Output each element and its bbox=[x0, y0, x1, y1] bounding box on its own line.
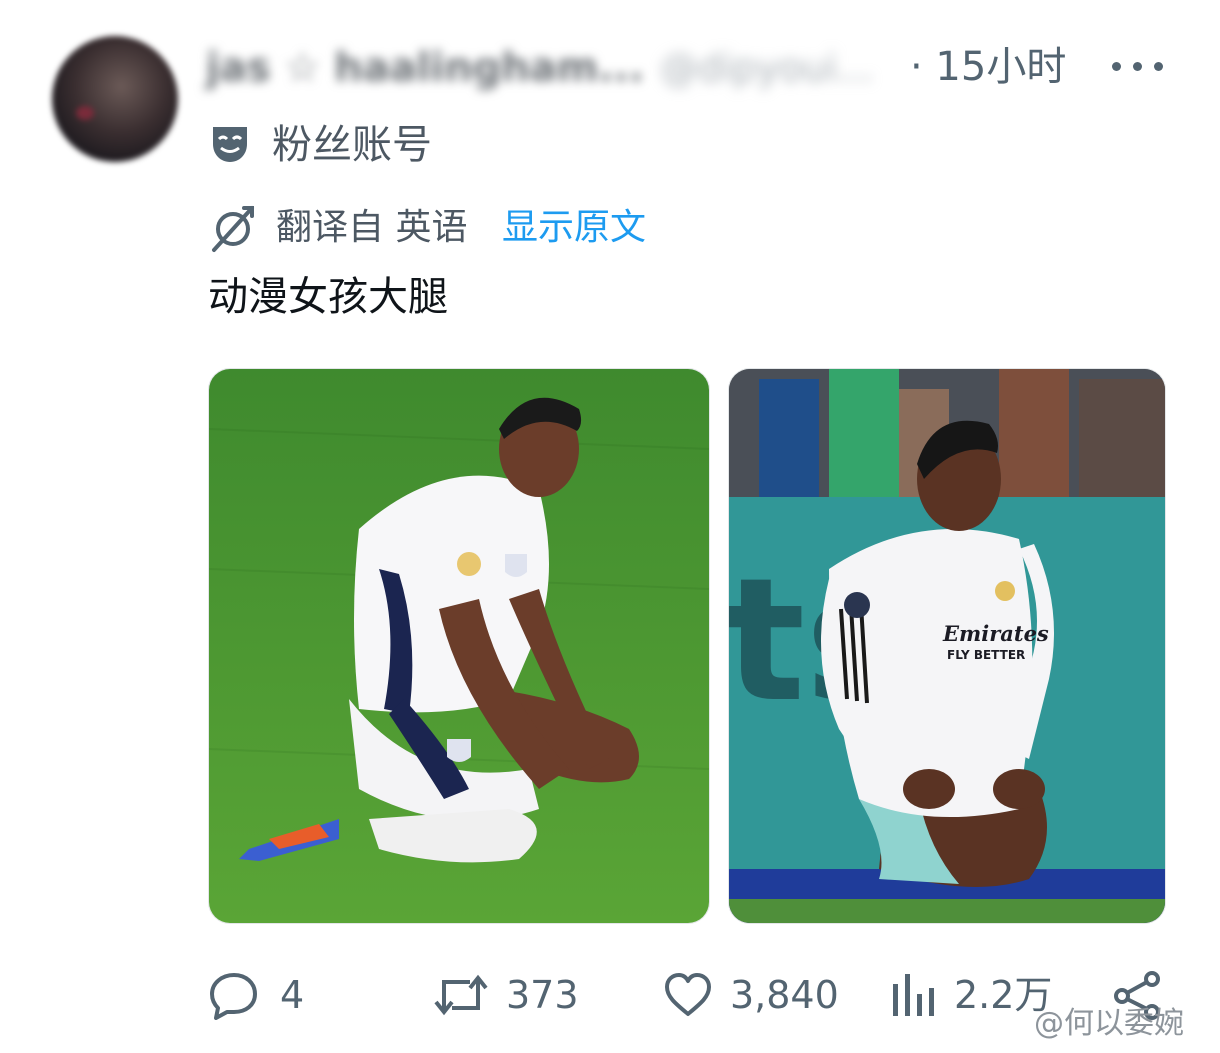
reply-count: 4 bbox=[280, 973, 305, 1017]
post-text: 动漫女孩大腿 bbox=[208, 274, 448, 320]
repost-icon bbox=[434, 974, 488, 1016]
account-badge-label: 粉丝账号 bbox=[272, 122, 432, 168]
mask-icon bbox=[213, 127, 247, 162]
media-image-right[interactable]: ts Emirates FLY BETTER bbox=[728, 368, 1166, 924]
more-icon[interactable] bbox=[1112, 56, 1164, 76]
show-original-link[interactable]: 显示原文 bbox=[502, 206, 646, 250]
views-icon bbox=[893, 974, 934, 1016]
reply-icon bbox=[210, 973, 257, 1020]
author-name[interactable]: jas ☆ haalingham... bbox=[206, 48, 644, 88]
repost-button[interactable]: 373 bbox=[432, 960, 592, 1030]
author-handle[interactable]: @dipyoui... bbox=[660, 48, 873, 88]
like-icon bbox=[665, 973, 711, 1016]
kneeling-player-photo-left bbox=[209, 369, 709, 923]
like-button[interactable]: 3,840 bbox=[662, 960, 862, 1030]
repost-count: 373 bbox=[506, 973, 579, 1017]
avatar[interactable] bbox=[52, 36, 178, 162]
kneeling-player-photo-right: ts Emirates FLY BETTER bbox=[729, 369, 1165, 923]
like-count: 3,840 bbox=[730, 973, 839, 1017]
jersey-sponsor-line2: FLY BETTER bbox=[947, 648, 1025, 662]
avatar-detail bbox=[76, 106, 94, 120]
post-time[interactable]: · 15小时 bbox=[910, 46, 1066, 88]
reply-button[interactable]: 4 bbox=[208, 960, 318, 1030]
watermark: @何以委婉 bbox=[1034, 1006, 1184, 1041]
translate-icon bbox=[212, 206, 254, 252]
media-image-left[interactable] bbox=[208, 368, 710, 924]
translated-from-label: 翻译自 英语 bbox=[276, 207, 468, 248]
jersey-sponsor-line1: Emirates bbox=[942, 621, 1049, 646]
